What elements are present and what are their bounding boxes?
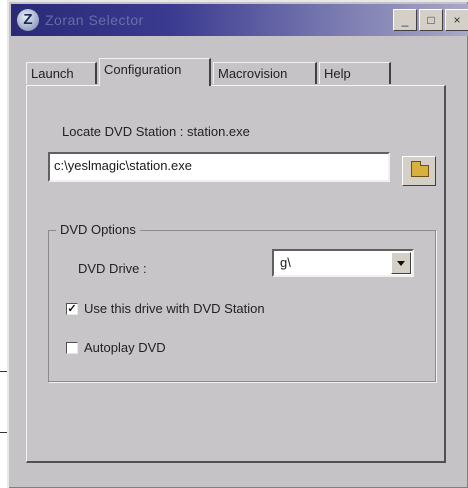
autoplay-label[interactable]: Autoplay DVD [84, 340, 166, 355]
dvd-drive-value: g\ [280, 255, 291, 270]
use-drive-checkbox[interactable]: ✓ [66, 303, 78, 315]
minimize-button[interactable]: _ [393, 9, 417, 31]
dvd-options-title: DVD Options [56, 222, 140, 237]
locate-station-label: Locate DVD Station : station.exe [62, 124, 250, 139]
maximize-button[interactable]: □ [419, 9, 443, 31]
tab-configuration-label: Configuration [104, 62, 182, 77]
tab-macrovision[interactable]: Macrovision [213, 62, 317, 84]
tab-help[interactable]: Help [319, 62, 391, 84]
station-path-input[interactable]: c:\yeslmagic\station.exe [48, 152, 390, 182]
dvd-drive-label: DVD Drive : [78, 261, 147, 276]
tab-launch-label: Launch [31, 66, 74, 81]
use-drive-label[interactable]: Use this drive with DVD Station [84, 301, 265, 316]
close-icon: × [453, 13, 461, 27]
close-button[interactable]: × [445, 9, 468, 31]
autoplay-checkbox[interactable] [66, 342, 78, 354]
chevron-down-icon[interactable] [391, 252, 411, 274]
window-title: Zoran Selector [45, 12, 144, 28]
tab-macrovision-label: Macrovision [218, 66, 288, 81]
folder-open-icon [411, 161, 429, 177]
tab-configuration[interactable]: Configuration [99, 58, 211, 86]
tab-help-label: Help [324, 66, 351, 81]
dvd-drive-select[interactable]: g\ [272, 249, 414, 277]
title-bar[interactable]: Z Zoran Selector _ □ × [11, 4, 468, 36]
minimize-icon: _ [401, 13, 409, 27]
app-logo-icon: Z [17, 9, 39, 31]
maximize-icon: □ [427, 13, 435, 27]
browse-button[interactable] [402, 156, 436, 186]
tab-launch[interactable]: Launch [26, 62, 97, 84]
station-path-value: c:\yeslmagic\station.exe [54, 158, 193, 173]
